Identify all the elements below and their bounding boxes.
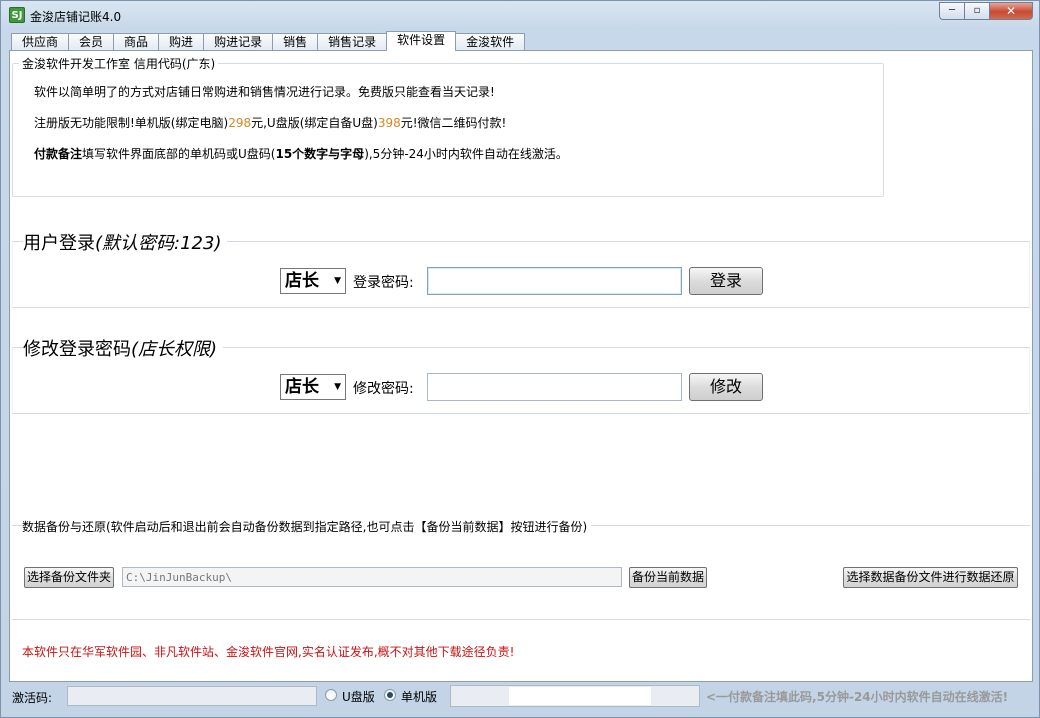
backup-path-field[interactable] bbox=[122, 567, 622, 587]
info-line-3-mid: 填写软件界面底部的单机码或U盘码( bbox=[82, 147, 276, 161]
login-group: 用户登录(默认密码:123) 店长 ▼ 登录密码: 登录 bbox=[12, 229, 1030, 308]
login-group-title: 用户登录(默认密码:123) bbox=[23, 229, 228, 255]
tab-products[interactable]: 商品 bbox=[113, 33, 160, 51]
tab-purchase-records[interactable]: 购进记录 bbox=[203, 33, 274, 51]
change-password-title-prefix: 修改登录密码 bbox=[23, 339, 131, 360]
tab-sales[interactable]: 销售 bbox=[272, 33, 319, 51]
change-password-role-select[interactable]: 店长 ▼ bbox=[280, 374, 346, 400]
info-line-2: 注册版无功能限制!单机版(绑定电脑)298元,U盘版(绑定自备U盘)398元!微… bbox=[34, 114, 506, 131]
tab-members[interactable]: 会员 bbox=[68, 33, 115, 51]
app-window: SJ 金浚店铺记账4.0 ─ ▫ ✕ 供应商 会员 商品 购进 购进记录 销售 … bbox=[0, 0, 1040, 718]
change-password-label: 修改密码: bbox=[353, 381, 414, 397]
status-bar: 激活码: U盘版 单机版 <一付款备注填此码,5分钟-24小时内软件自动在线激活… bbox=[1, 683, 1039, 717]
login-password-input[interactable] bbox=[427, 267, 682, 295]
close-button[interactable]: ✕ bbox=[989, 2, 1033, 20]
info-line-3-bold-1: 付款备注 bbox=[34, 147, 83, 161]
choose-backup-folder-button[interactable]: 选择备份文件夹 bbox=[24, 567, 114, 588]
info-legend: 金浚软件开发工作室 信用代码(广东) bbox=[19, 55, 219, 72]
info-line-3-bold-2: 15个数字与字母 bbox=[275, 147, 365, 161]
info-line-1: 软件以简单明了的方式对店铺日常购进和销售情况进行记录。免费版只能查看当天记录! bbox=[34, 85, 495, 99]
info-line-2-mid: 元,U盘版(绑定自备U盘) bbox=[251, 116, 378, 130]
change-password-title-paren: (店长权限) bbox=[131, 339, 218, 360]
info-group: 金浚软件开发工作室 信用代码(广东) 软件以简单明了的方式对店铺日常购进和销售情… bbox=[12, 55, 884, 197]
machine-code-value bbox=[509, 687, 651, 705]
restore-backup-button[interactable]: 选择数据备份文件进行数据还原 bbox=[843, 567, 1018, 588]
download-notice: 本软件只在华军软件园、非凡软件站、金浚软件官网,实名认证发布,概不对其他下载途径… bbox=[22, 645, 515, 659]
change-password-group-title: 修改登录密码(店长权限) bbox=[23, 335, 224, 361]
info-line-2-suffix: 元!微信二维码付款! bbox=[400, 116, 507, 130]
price-pc: 298 bbox=[228, 116, 252, 130]
info-line-3: 付款备注填写软件界面底部的单机码或U盘码(15个数字与字母),5分钟-24小时内… bbox=[34, 145, 568, 162]
login-role-value: 店长 bbox=[285, 271, 319, 291]
login-role-select[interactable]: 店长 ▼ bbox=[280, 268, 346, 294]
change-password-group: 修改登录密码(店长权限) 店长 ▼ 修改密码: 修改 bbox=[12, 335, 1030, 414]
login-title-paren: (默认密码:123) bbox=[95, 233, 222, 254]
tab-purchase[interactable]: 购进 bbox=[158, 33, 205, 51]
activation-code-input[interactable] bbox=[67, 686, 317, 706]
backup-group: 数据备份与还原(软件启动后和退出前会自动备份数据到指定路径,也可点击【备份当前数… bbox=[12, 518, 1030, 620]
title-bar: SJ 金浚店铺记账4.0 ─ ▫ ✕ bbox=[1, 1, 1039, 31]
change-password-button[interactable]: 修改 bbox=[689, 373, 763, 401]
pc-version-radio[interactable] bbox=[384, 689, 396, 701]
activation-code-label: 激活码: bbox=[12, 691, 53, 705]
info-line-2-prefix: 注册版无功能限制!单机版(绑定电脑) bbox=[34, 116, 229, 130]
tab-sales-records[interactable]: 销售记录 bbox=[317, 33, 388, 51]
info-line-3-suffix: ),5分钟-24小时内软件自动在线激活。 bbox=[364, 147, 568, 161]
window-controls: ─ ▫ ✕ bbox=[939, 2, 1033, 20]
machine-code-field[interactable] bbox=[450, 685, 700, 707]
minimize-button[interactable]: ─ bbox=[939, 2, 965, 20]
chevron-down-icon: ▼ bbox=[334, 382, 341, 392]
change-password-role-value: 店长 bbox=[285, 377, 319, 397]
chevron-down-icon: ▼ bbox=[334, 276, 341, 286]
tab-jinjun-software[interactable]: 金浚软件 bbox=[455, 33, 526, 51]
change-password-input[interactable] bbox=[427, 373, 682, 401]
login-button[interactable]: 登录 bbox=[689, 267, 763, 295]
pc-version-label: 单机版 bbox=[401, 690, 438, 704]
backup-group-title: 数据备份与还原(软件启动后和退出前会自动备份数据到指定路径,也可点击【备份当前数… bbox=[22, 518, 592, 535]
maximize-button[interactable]: ▫ bbox=[964, 2, 990, 20]
login-password-label: 登录密码: bbox=[353, 275, 414, 291]
tab-settings[interactable]: 软件设置 bbox=[386, 31, 457, 51]
activation-hint: <一付款备注填此码,5分钟-24小时内软件自动在线激活! bbox=[706, 690, 1009, 704]
usb-version-radio[interactable] bbox=[325, 689, 337, 701]
price-usb: 398 bbox=[377, 116, 401, 130]
usb-version-label: U盘版 bbox=[342, 690, 375, 704]
app-logo-icon: SJ bbox=[9, 7, 25, 23]
window-title: 金浚店铺记账4.0 bbox=[30, 10, 122, 24]
backup-now-button[interactable]: 备份当前数据 bbox=[629, 567, 707, 588]
login-title-prefix: 用户登录 bbox=[23, 233, 95, 254]
settings-panel: 金浚软件开发工作室 信用代码(广东) 软件以简单明了的方式对店铺日常购进和销售情… bbox=[9, 50, 1033, 682]
tab-bar: 供应商 会员 商品 购进 购进记录 销售 销售记录 软件设置 金浚软件 bbox=[11, 31, 526, 51]
tab-suppliers[interactable]: 供应商 bbox=[11, 33, 70, 51]
